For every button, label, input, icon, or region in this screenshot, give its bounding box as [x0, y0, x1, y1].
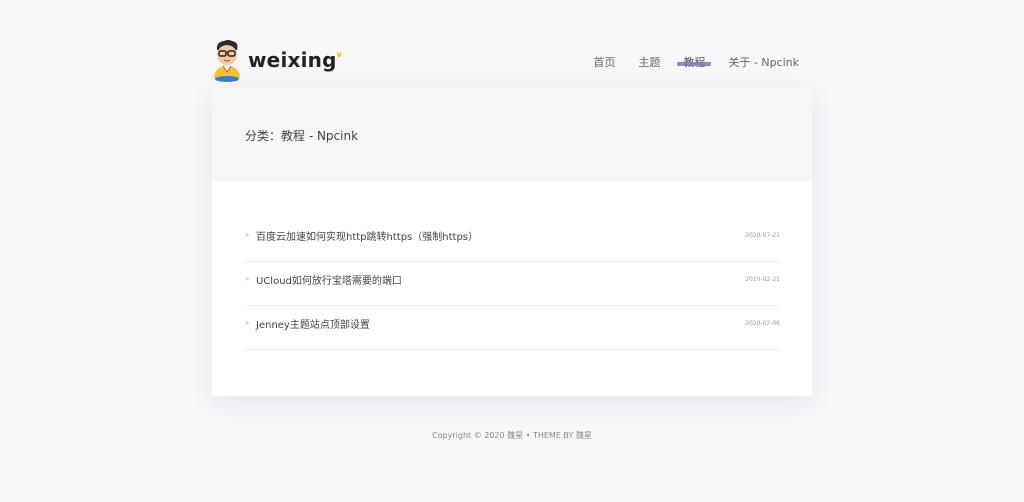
nav-item-tutorials[interactable]: 教程 — [677, 56, 712, 70]
nav-item-themes[interactable]: 主题 — [638, 56, 660, 70]
bullet-icon: » — [245, 275, 250, 283]
site-footer: Copyright © 2020 魏星 • THEME BY 魏星 — [0, 430, 1024, 441]
post-title-link[interactable]: 百度云加速如何实现http跳转https（强制https） — [256, 228, 478, 243]
bullet-icon: » — [245, 231, 250, 239]
post-title-link[interactable]: Jenney主题站点顶部设置 — [256, 316, 370, 331]
avatar-icon — [214, 40, 240, 82]
copyright-text: Copyright © 2020 魏星 • THEME BY 魏星 — [432, 431, 592, 440]
nav-item-home[interactable]: 首页 — [593, 56, 615, 70]
content-card: 分类：教程 - Npcink » 百度云加速如何实现http跳转https（强制… — [212, 88, 812, 396]
category-header: 分类：教程 - Npcink — [212, 88, 812, 182]
post-title-link[interactable]: UCloud如何放行宝塔需要的端口 — [256, 272, 402, 287]
page: weixingv 首页 主题 教程 关于 - Npcink 分类：教程 - Np… — [0, 0, 1024, 502]
nav-item-about[interactable]: 关于 - Npcink — [728, 56, 799, 70]
logo-sup: v — [336, 50, 343, 59]
list-item[interactable]: » Jenney主题站点顶部设置 2020-02-06 — [245, 306, 780, 350]
list-item[interactable]: » UCloud如何放行宝塔需要的端口 2020-02-21 — [245, 262, 780, 306]
list-item[interactable]: » 百度云加速如何实现http跳转https（强制https） 2020-07-… — [245, 218, 780, 262]
post-date: 2020-07-21 — [745, 232, 780, 239]
main-nav: 首页 主题 教程 关于 - Npcink — [570, 56, 799, 70]
post-date: 2020-02-06 — [745, 320, 780, 327]
logo-text: weixingv — [248, 48, 343, 72]
site-logo[interactable]: weixingv — [212, 38, 342, 82]
post-date: 2020-02-21 — [745, 276, 780, 283]
page-title: 分类：教程 - Npcink — [245, 129, 359, 143]
bullet-icon: » — [245, 319, 250, 327]
post-list: » 百度云加速如何实现http跳转https（强制https） 2020-07-… — [245, 218, 780, 350]
site-header: weixingv 首页 主题 教程 关于 - Npcink — [212, 38, 812, 86]
